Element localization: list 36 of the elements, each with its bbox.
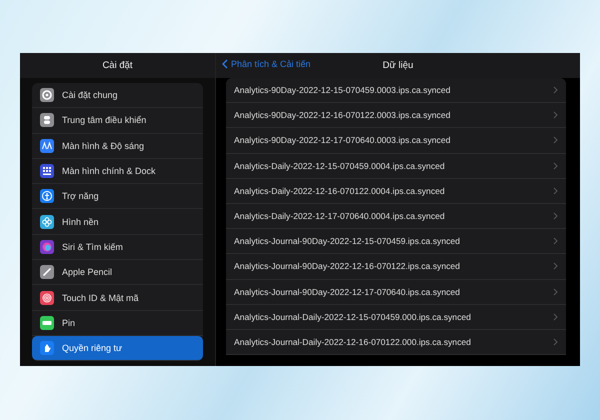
chevron-icon: [553, 288, 558, 296]
chevron-icon: [553, 338, 558, 346]
chevron-icon: [553, 162, 558, 170]
chevron-icon: [553, 186, 558, 195]
settings-item[interactable]: Apple Pencil: [32, 260, 203, 286]
settings-item[interactable]: Cài đặt chung: [32, 83, 203, 108]
page-title: Dữ liệu: [382, 60, 414, 71]
settings-item[interactable]: Trợ năng: [32, 184, 203, 210]
sidebar-title: Cài đặt: [102, 60, 133, 71]
settings-item[interactable]: Trung tâm điều khiển: [32, 108, 203, 134]
chevron-icon: [553, 262, 558, 270]
file-item[interactable]: Analytics-90Day-2022-12-17-070640.0003.ips.ca.synced: [226, 128, 566, 154]
chevron-icon: [553, 111, 558, 120]
file-item[interactable]: Analytics-Journal-90Day-2022-12-17-070640.ips.ca.synced: [226, 280, 566, 305]
file-item[interactable]: Analytics-Journal-Daily-2022-12-15-070459.000.ips.ca.synced: [226, 304, 566, 330]
settings-item[interactable]: Quyền riêng tư: [32, 336, 203, 362]
chevron-icon: [553, 212, 558, 220]
settings-item[interactable]: Touch ID & Mật mã: [32, 285, 203, 311]
file-item[interactable]: Analytics-90Day-2022-12-15-070459.0003.ips.ca.synced: [226, 78, 566, 104]
chevron-icon: [553, 136, 558, 144]
settings-item[interactable]: Màn hình chính & Dock: [32, 158, 203, 184]
file-item[interactable]: Analytics-Journal-Daily-2022-12-16-070122.000.ips.ca.synced: [226, 330, 566, 356]
chevron-icon: [553, 237, 558, 246]
file-item[interactable]: Analytics-Journal-90Day-2022-12-16-070122.ips.ca.synced: [226, 254, 566, 280]
settings-item[interactable]: Màn hình & Độ sáng: [32, 134, 203, 159]
settings-item[interactable]: Siri & Tìm kiếm: [32, 234, 203, 260]
chevron-icon: [553, 312, 558, 321]
settings-item[interactable]: Hình nền: [32, 209, 203, 235]
file-item[interactable]: Analytics-90Day-2022-12-16-070122.0003.ips.ca.synced: [226, 103, 566, 128]
file-item[interactable]: Analytics-Journal-90Day-2022-12-15-070459.ips.ca.synced: [226, 229, 566, 254]
file-item[interactable]: Analytics-Daily-2022-12-16-070122.0004.ips.ca.synced: [226, 178, 566, 204]
file-item[interactable]: Analytics-Daily-2022-12-15-070459.0004.ips.ca.synced: [226, 154, 566, 179]
file-item[interactable]: Analytics-Daily-2022-12-17-070640.0004.ips.ca.synced: [226, 204, 566, 230]
back-link[interactable]: Phân tích & Cải tiến: [222, 59, 311, 69]
chevron-left-icon: [222, 59, 228, 69]
chevron-icon: [553, 86, 558, 94]
